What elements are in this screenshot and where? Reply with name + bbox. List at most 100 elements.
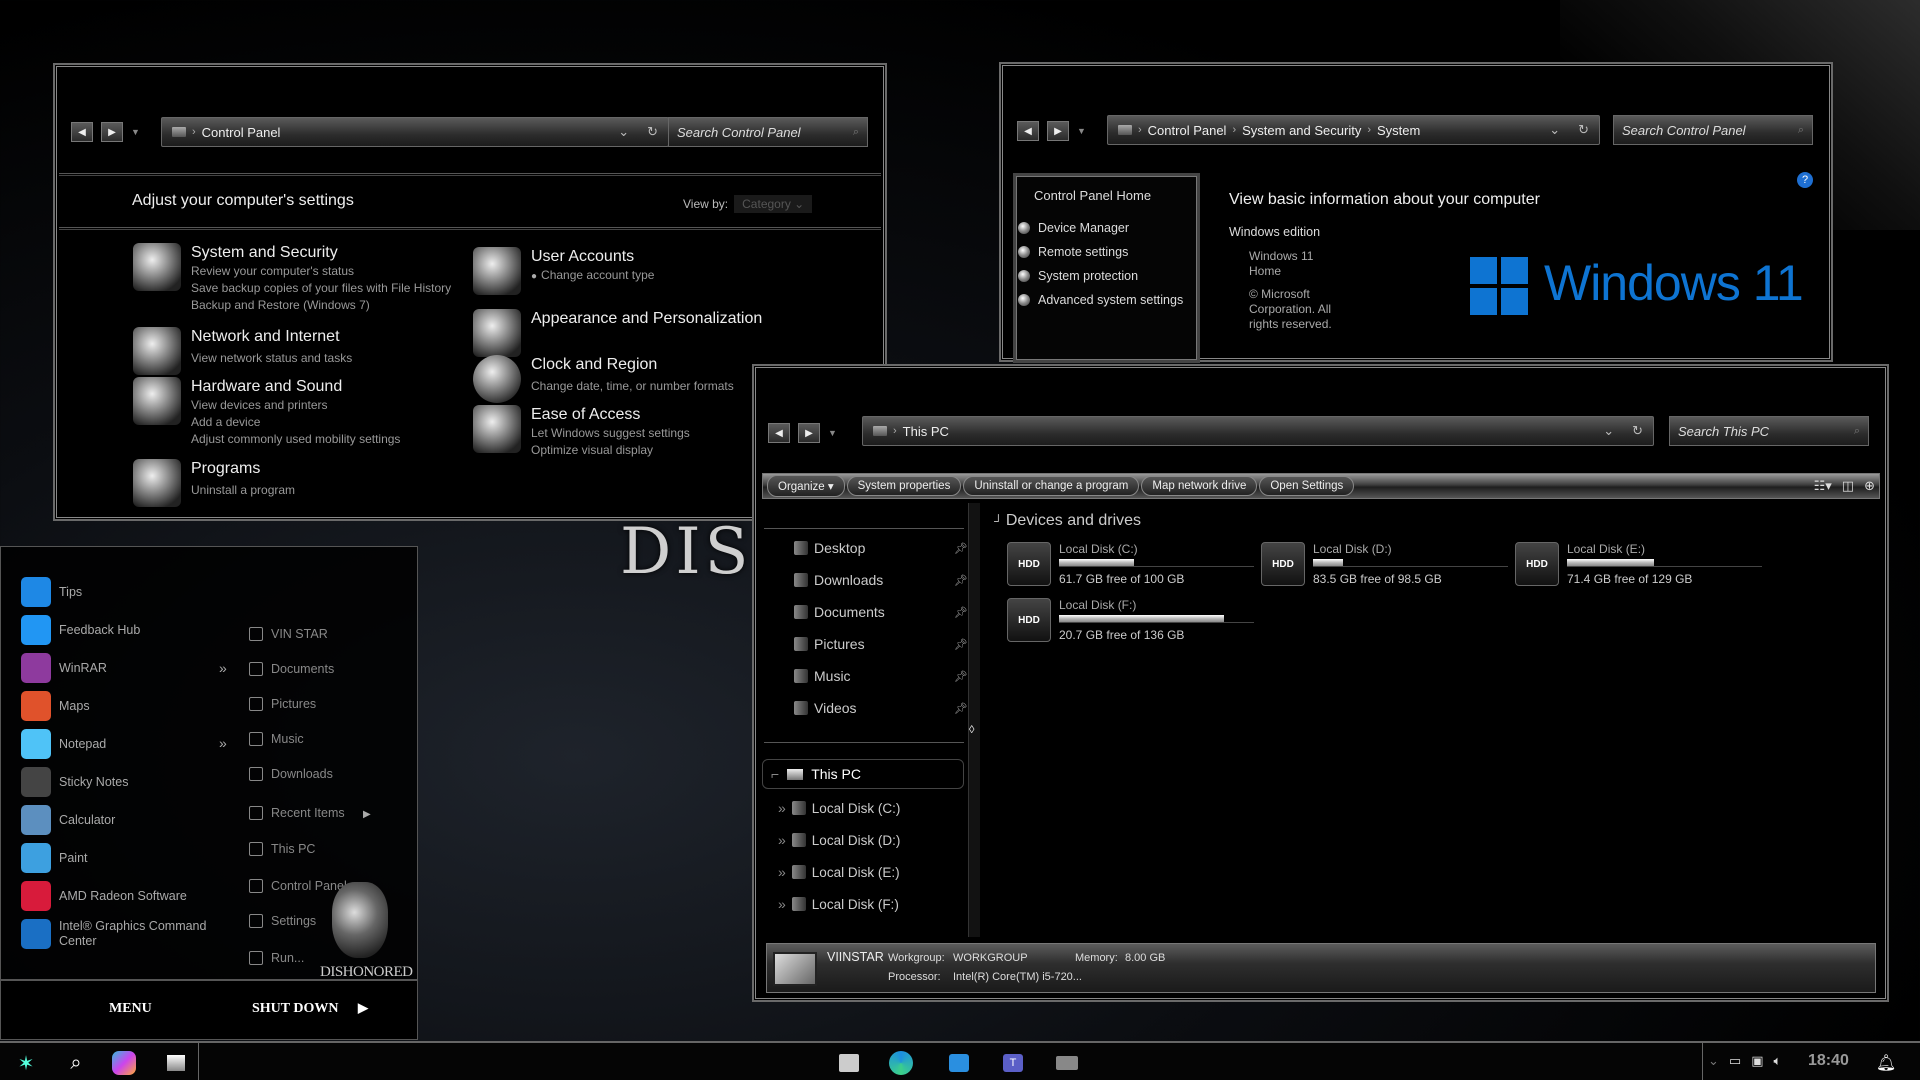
clock[interactable]: 18:40: [1808, 1052, 1849, 1070]
nav-drive-item[interactable]: » Local Disk (C:): [778, 800, 900, 816]
start-place-item[interactable]: Run...: [249, 951, 304, 965]
map-network-drive-button[interactable]: Map network drive: [1141, 476, 1258, 496]
nav-quick-access-item[interactable]: Videos: [794, 700, 857, 716]
category-link[interactable]: Uninstall a program: [191, 482, 295, 499]
nav-pane-scrollbar[interactable]: [968, 503, 980, 937]
address-dropdown-icon[interactable]: ⌄: [1603, 423, 1614, 439]
category-title[interactable]: Ease of Access: [531, 405, 690, 425]
advanced-system-settings-link[interactable]: Advanced system settings: [1018, 293, 1183, 307]
task-view-icon[interactable]: [162, 1049, 190, 1077]
pin-icon[interactable]: 📌︎: [954, 702, 968, 715]
category-link[interactable]: Let Windows suggest settings: [531, 425, 690, 442]
volume-icon[interactable]: 🔈︎: [1774, 1053, 1782, 1069]
start-place-item[interactable]: Pictures: [249, 697, 316, 711]
breadcrumb-system[interactable]: System: [1377, 123, 1420, 138]
device-manager-link[interactable]: Device Manager: [1018, 221, 1129, 235]
start-place-item[interactable]: Downloads: [249, 767, 333, 781]
view-by-select[interactable]: Category ⌄: [734, 195, 813, 213]
scroll-thumb-icon[interactable]: ◊: [969, 724, 974, 736]
expand-icon[interactable]: »: [778, 800, 786, 816]
start-place-item[interactable]: Documents: [249, 662, 334, 676]
notifications-icon[interactable]: 🔔︎: [1872, 1049, 1900, 1077]
search-icon[interactable]: ⌕: [1798, 124, 1804, 137]
drive-tile[interactable]: HDD Local Disk (C:) 61.7 GB free of 100 GB: [1007, 542, 1257, 598]
start-app-item[interactable]: Tips: [21, 577, 82, 607]
back-button[interactable]: ◀: [71, 122, 93, 142]
category-title[interactable]: Clock and Region: [531, 355, 734, 375]
address-bar[interactable]: › This PC ⌄ ↻: [862, 416, 1654, 446]
category-link[interactable]: Change account type: [531, 267, 654, 285]
expand-icon[interactable]: »: [778, 832, 786, 848]
category-link[interactable]: Backup and Restore (Windows 7): [191, 297, 451, 314]
forward-button[interactable]: ▶: [798, 423, 820, 443]
devices-drives-header[interactable]: ┘ Devices and drives: [994, 512, 1141, 530]
start-place-item[interactable]: Music: [249, 732, 304, 746]
drive-tile[interactable]: HDD Local Disk (D:) 83.5 GB free of 98.5 G…: [1261, 542, 1511, 598]
back-button[interactable]: ◀: [1017, 121, 1039, 141]
start-app-item[interactable]: Maps: [21, 691, 90, 721]
forward-button[interactable]: ▶: [1047, 121, 1069, 141]
breadcrumb-this-pc[interactable]: This PC: [903, 424, 949, 439]
search-icon[interactable]: ⌕: [853, 126, 859, 139]
system-protection-link[interactable]: System protection: [1018, 269, 1138, 283]
search-input[interactable]: Search This PC ⌕: [1669, 416, 1869, 446]
recent-locations-button[interactable]: ▼: [828, 428, 837, 438]
recent-locations-button[interactable]: ▼: [131, 127, 140, 137]
start-app-item[interactable]: Notepad: [21, 729, 106, 759]
shut-down-button[interactable]: SHUT DOWN: [252, 1001, 338, 1017]
back-button[interactable]: ◀: [768, 423, 790, 443]
refresh-icon[interactable]: ↻: [647, 124, 658, 140]
search-input[interactable]: Search Control Panel ⌕: [668, 117, 868, 147]
refresh-icon[interactable]: ↻: [1632, 423, 1643, 439]
uninstall-program-button[interactable]: Uninstall or change a program: [963, 476, 1140, 496]
category-title[interactable]: System and Security: [191, 243, 451, 263]
view-options-icon[interactable]: ☷▾: [1814, 478, 1832, 494]
start-app-item[interactable]: Paint: [21, 843, 88, 873]
nav-quick-access-item[interactable]: Pictures: [794, 636, 865, 652]
category-ease-of-access[interactable]: Ease of Access Let Windows suggest setti…: [473, 405, 690, 459]
organize-button[interactable]: Organize ▾: [767, 475, 845, 497]
nav-quick-access-item[interactable]: Desktop: [794, 540, 865, 556]
refresh-icon[interactable]: ↻: [1578, 122, 1589, 138]
pin-icon[interactable]: 📌︎: [954, 670, 968, 683]
pin-icon[interactable]: 📌︎: [954, 638, 968, 651]
start-button-icon[interactable]: ✶: [12, 1049, 40, 1077]
preview-pane-icon[interactable]: ◫: [1842, 478, 1854, 494]
search-icon[interactable]: ⌕: [1854, 425, 1860, 438]
address-bar[interactable]: › Control Panel ⌄ ↻: [161, 117, 669, 147]
category-programs[interactable]: Programs Uninstall a program: [133, 459, 295, 507]
system-properties-button[interactable]: System properties: [846, 476, 962, 496]
breadcrumb-system-security[interactable]: System and Security: [1242, 123, 1361, 138]
control-panel-home-link[interactable]: Control Panel Home: [1034, 188, 1151, 203]
category-title[interactable]: Hardware and Sound: [191, 377, 400, 397]
category-user-accounts[interactable]: User Accounts Change account type: [473, 247, 654, 295]
pin-icon[interactable]: 📌︎: [954, 606, 968, 619]
breadcrumb-control-panel[interactable]: Control Panel: [202, 125, 281, 140]
copilot-icon[interactable]: [112, 1051, 136, 1075]
expand-icon[interactable]: »: [778, 896, 786, 912]
recent-locations-button[interactable]: ▼: [1077, 126, 1086, 136]
control-panel-taskbar-icon[interactable]: [1053, 1049, 1081, 1077]
category-title[interactable]: Appearance and Personalization: [531, 309, 762, 329]
help-icon[interactable]: ?: [1797, 172, 1813, 188]
category-system-security[interactable]: System and Security Review your computer…: [133, 243, 451, 314]
nav-quick-access-item[interactable]: Downloads: [794, 572, 883, 588]
start-place-item[interactable]: Control Panel: [249, 879, 347, 893]
start-place-item[interactable]: Recent Items: [249, 806, 345, 820]
start-app-item[interactable]: AMD Radeon Software: [21, 881, 187, 911]
category-title[interactable]: User Accounts: [531, 247, 654, 267]
forward-button[interactable]: ▶: [101, 122, 123, 142]
nav-drive-item[interactable]: » Local Disk (F:): [778, 896, 899, 912]
category-link[interactable]: View network status and tasks: [191, 350, 352, 367]
teams-icon[interactable]: T: [999, 1049, 1027, 1077]
notepad-submenu-icon[interactable]: »: [219, 735, 227, 751]
file-explorer-icon[interactable]: [835, 1049, 863, 1077]
address-dropdown-icon[interactable]: ⌄: [618, 124, 629, 140]
menu-button[interactable]: MENU: [109, 1001, 152, 1017]
start-app-item[interactable]: Sticky Notes: [21, 767, 128, 797]
start-place-item[interactable]: Settings: [249, 914, 316, 928]
nav-quick-access-item[interactable]: Documents: [794, 604, 885, 620]
start-app-item[interactable]: Feedback Hub: [21, 615, 140, 645]
drive-tile[interactable]: HDD Local Disk (F:) 20.7 GB free of 136 GB: [1007, 598, 1257, 654]
category-link[interactable]: Review your computer's status: [191, 263, 451, 280]
